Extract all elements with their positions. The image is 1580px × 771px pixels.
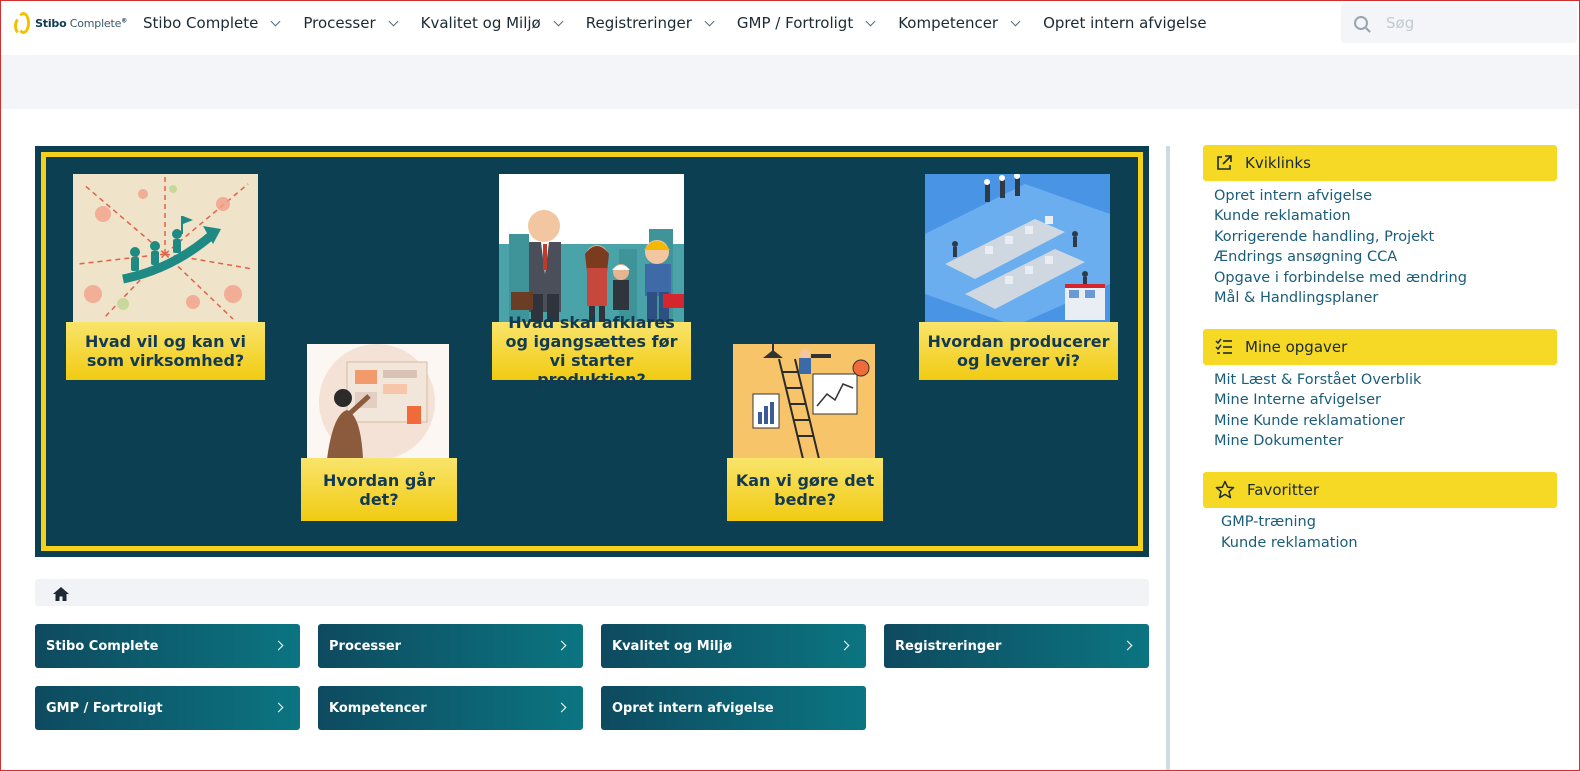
link-aendrings-ansoegning[interactable]: Ændrings ansøgning CCA xyxy=(1214,249,1397,265)
link-laest-forstaaet[interactable]: Mit Læst & Forstået Overblik xyxy=(1214,372,1421,388)
banner-tile-performance[interactable]: Hvordan går det? xyxy=(301,458,457,521)
chevron-right-icon xyxy=(556,640,567,651)
improvement-illustration[interactable] xyxy=(733,344,875,459)
chevron-right-icon xyxy=(1122,640,1133,651)
nav-item-opret-intern-afvigelse[interactable]: Opret intern afvigelse xyxy=(1043,14,1206,32)
top-navigation: Stibo Complete® Stibo Complete Processer… xyxy=(1,1,1579,45)
favoritter-title: Favoritter xyxy=(1247,481,1319,499)
chevron-right-icon xyxy=(273,640,284,651)
chevron-right-icon xyxy=(556,702,567,713)
breadcrumb xyxy=(35,579,1149,606)
banner-tile-improvement[interactable]: Kan vi gøre det bedre? xyxy=(727,458,883,521)
tile-gmp-fortroligt[interactable]: GMP / Fortroligt xyxy=(35,686,300,730)
kviklinks-title: Kviklinks xyxy=(1245,154,1311,172)
link-mine-kunde-reklamationer[interactable]: Mine Kunde reklamationer xyxy=(1214,413,1405,429)
logo-mark-icon xyxy=(13,12,31,36)
nav-item-stibo-complete[interactable]: Stibo Complete xyxy=(143,14,281,32)
banner-tile-strategy[interactable]: Hvad vil og kan vi som virksomhed? xyxy=(66,322,265,380)
link-korrigerende-handling[interactable]: Korrigerende handling, Projekt xyxy=(1214,229,1434,245)
task-list-icon xyxy=(1215,338,1232,354)
chevron-down-icon xyxy=(865,16,876,26)
mine-opgaver-header: Mine opgaver xyxy=(1203,329,1557,365)
link-mine-dokumenter[interactable]: Mine Dokumenter xyxy=(1214,433,1343,449)
link-opgave-aendring[interactable]: Opgave i forbindelse med ændring xyxy=(1214,270,1467,286)
team-illustration[interactable] xyxy=(499,174,684,326)
tile-kompetencer[interactable]: Kompetencer xyxy=(318,686,583,730)
link-mine-interne-afvigelser[interactable]: Mine Interne afvigelser xyxy=(1214,392,1381,408)
tile-stibo-complete[interactable]: Stibo Complete xyxy=(35,624,300,668)
kviklinks-header: Kviklinks xyxy=(1203,145,1557,181)
link-kunde-reklamation[interactable]: Kunde reklamation xyxy=(1214,208,1351,224)
column-divider xyxy=(1166,146,1170,770)
factory-illustration[interactable] xyxy=(925,174,1110,326)
tile-opret-intern-afvigelse[interactable]: Opret intern afvigelse xyxy=(601,686,866,730)
nav-item-gmp-fortroligt[interactable]: GMP / Fortroligt xyxy=(737,14,876,32)
presentation-illustration[interactable] xyxy=(307,344,449,459)
nav-item-registreringer[interactable]: Registreringer xyxy=(586,14,715,32)
link-fav-kunde-reklamation[interactable]: Kunde reklamation xyxy=(1221,535,1358,551)
stibo-logo[interactable]: Stibo Complete® xyxy=(13,12,127,36)
link-opret-intern-afvigelse[interactable]: Opret intern afvigelse xyxy=(1214,188,1372,204)
link-gmp-traening[interactable]: GMP-træning xyxy=(1221,514,1316,530)
nav-item-kompetencer[interactable]: Kompetencer xyxy=(898,14,1021,32)
tile-kvalitet-og-miljo[interactable]: Kvalitet og Miljø xyxy=(601,624,866,668)
home-icon[interactable] xyxy=(53,586,69,601)
banner-tile-preparation[interactable]: Hvad skal afklares og igangsættes før vi… xyxy=(492,313,691,389)
link-maal-handlingsplaner[interactable]: Mål & Handlingsplaner xyxy=(1214,290,1378,306)
page: Stibo Complete® Stibo Complete Processer… xyxy=(0,0,1580,771)
chevron-right-icon xyxy=(839,640,850,651)
star-icon xyxy=(1215,480,1235,499)
hero-banner: Hvad vil og kan vi som virksomhed? Hvord… xyxy=(35,146,1149,557)
chevron-down-icon xyxy=(388,16,399,26)
chevron-down-icon xyxy=(270,16,281,26)
page-header-band xyxy=(1,55,1579,109)
nav-item-kvalitet-og-miljo[interactable]: Kvalitet og Miljø xyxy=(421,14,564,32)
nav-item-processer[interactable]: Processer xyxy=(303,14,399,32)
chevron-down-icon xyxy=(704,16,715,26)
search-input[interactable] xyxy=(1386,14,1566,32)
external-link-icon xyxy=(1217,155,1232,170)
logo-text: Stibo Complete® xyxy=(35,16,127,30)
tile-processer[interactable]: Processer xyxy=(318,624,583,668)
banner-tile-production[interactable]: Hvordan producerer og leverer vi? xyxy=(919,322,1118,380)
search-icon[interactable] xyxy=(1354,16,1368,30)
chevron-down-icon xyxy=(553,16,564,26)
tile-registreringer[interactable]: Registreringer xyxy=(884,624,1149,668)
growth-illustration[interactable] xyxy=(73,174,258,324)
nav-menu: Stibo Complete Processer Kvalitet og Mil… xyxy=(143,14,1231,32)
mine-opgaver-title: Mine opgaver xyxy=(1245,338,1348,356)
favoritter-header: Favoritter xyxy=(1203,472,1557,508)
chevron-down-icon xyxy=(1010,16,1021,26)
chevron-right-icon xyxy=(273,702,284,713)
search-box[interactable] xyxy=(1341,3,1577,43)
